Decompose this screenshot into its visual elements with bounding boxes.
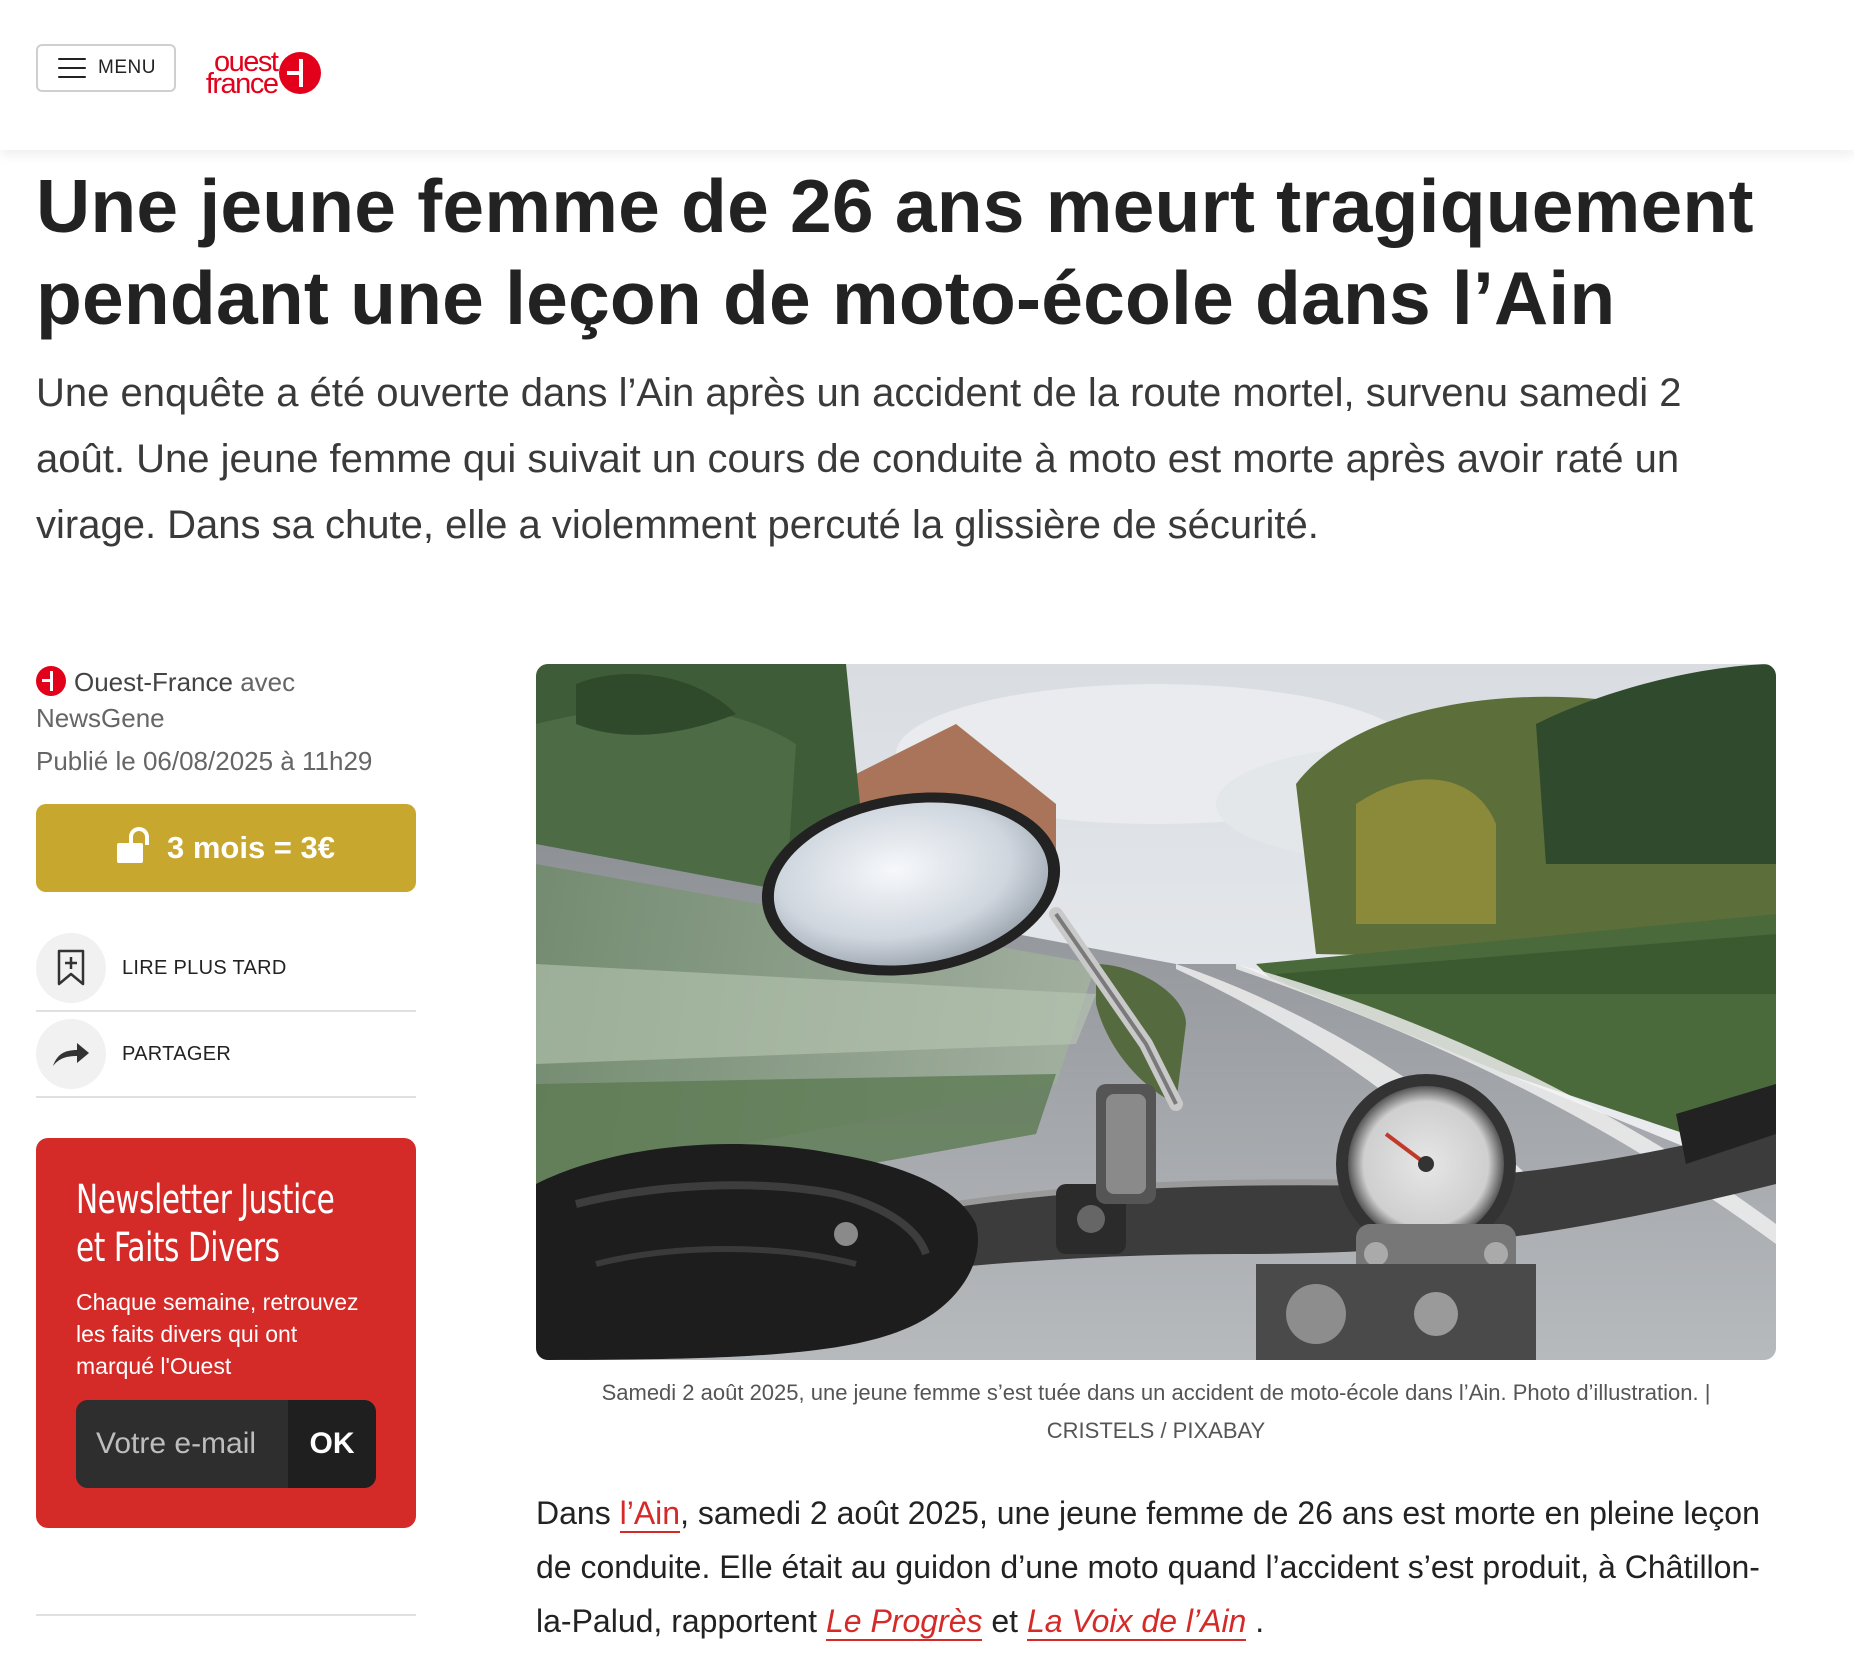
link-le-progres[interactable]: Le Progrès	[825, 1603, 983, 1641]
paragraph-text: .	[1246, 1603, 1265, 1639]
publish-date: Publié le 06/08/2025 à 11h29	[36, 746, 373, 776]
newsletter-email-input[interactable]	[76, 1400, 288, 1488]
newsletter-box: Newsletter Justice et Faits Divers Chaqu…	[36, 1138, 416, 1528]
byline: Ouest-France avec NewsGene	[36, 664, 416, 736]
newsletter-title: Newsletter Justice et Faits Divers	[76, 1177, 335, 1271]
share-label: PARTAGER	[122, 1042, 232, 1065]
menu-button[interactable]: MENU	[36, 44, 176, 92]
byline-avec: avec	[240, 667, 296, 697]
photo-caption: Samedi 2 août 2025, une jeune femme s’es…	[536, 1374, 1776, 1450]
unlock-icon	[116, 827, 149, 863]
logo-line-2: france	[205, 68, 279, 100]
share-arrow-icon	[53, 1043, 89, 1066]
byline-source[interactable]: Ouest-France	[74, 667, 233, 697]
motorcycle-road-photo	[536, 664, 1776, 1360]
link-la-voix-de-l-ain[interactable]: La Voix de l’Ain	[1026, 1603, 1247, 1641]
sidebar-divider	[36, 1614, 416, 1616]
read-later-label: LIRE PLUS TARD	[122, 956, 287, 979]
article-title: Une jeune femme de 26 ans meurt tragique…	[36, 164, 1754, 340]
newsletter-submit-button[interactable]: OK	[288, 1400, 376, 1488]
site-header: MENU ouest france	[0, 0, 1854, 150]
subscribe-button[interactable]: 3 mois = 3€	[36, 804, 416, 892]
photo-credit: CRISTELS / PIXABAY	[1046, 1418, 1266, 1443]
newsletter-description: Chaque semaine, retrouvez les faits dive…	[76, 1289, 359, 1379]
article-paragraph: Dans l’Ain, samedi 2 août 2025, une jeun…	[536, 1486, 1776, 1648]
ouest-france-badge-icon	[36, 666, 66, 696]
logo-mark-icon	[279, 52, 322, 94]
read-later-button[interactable]: LIRE PLUS TARD	[36, 926, 416, 1012]
article-standfirst: Une enquête a été ouverte dans l’Ain apr…	[36, 371, 1682, 547]
link-ain[interactable]: l’Ain	[619, 1495, 681, 1533]
article-photo[interactable]	[536, 664, 1776, 1360]
paragraph-text: Dans	[536, 1495, 620, 1531]
menu-label: MENU	[98, 57, 156, 78]
subscribe-label: 3 mois = 3€	[166, 830, 336, 865]
paragraph-text: et	[982, 1603, 1027, 1639]
newsletter-form: OK	[76, 1400, 376, 1488]
photo-caption-text: Samedi 2 août 2025, une jeune femme s’es…	[601, 1380, 1711, 1405]
ouest-france-logo[interactable]: ouest france	[202, 48, 322, 100]
bookmark-add-icon	[57, 949, 85, 986]
hamburger-icon	[58, 58, 86, 78]
byline-partner: NewsGene	[36, 703, 165, 733]
share-button[interactable]: PARTAGER	[36, 1012, 416, 1098]
